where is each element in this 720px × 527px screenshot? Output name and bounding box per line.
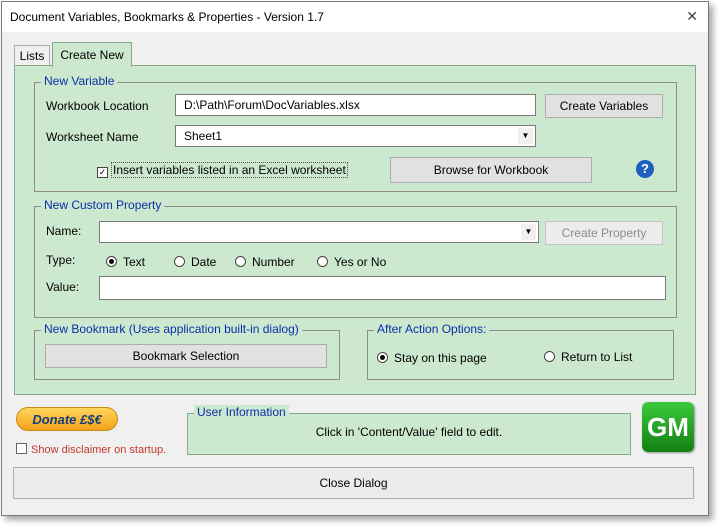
tab-create-new[interactable]: Create New [52,42,132,67]
radio-selected-icon[interactable] [377,352,388,363]
property-value-label: Value: [46,280,80,294]
help-icon[interactable]: ? [636,160,654,178]
stay-on-page-radio[interactable]: Stay on this page [377,351,487,365]
after-action-group-label: After Action Options: [374,322,490,336]
worksheet-name-combo[interactable]: Sheet1 ▼ [175,125,536,147]
user-info-text: Click in 'Content/Value' field to edit. [315,425,503,439]
radio-icon[interactable] [174,256,185,267]
create-property-button[interactable]: Create Property [545,221,663,245]
user-info-group: User Information Click in 'Content/Value… [187,405,631,455]
checkbox-icon[interactable] [16,443,27,454]
chevron-down-icon[interactable]: ▼ [521,224,536,240]
property-name-label: Name: [46,224,82,238]
radio-selected-icon[interactable] [106,256,117,267]
type-radio-text[interactable]: Text [106,255,145,269]
return-to-list-radio[interactable]: Return to List [544,350,632,364]
browse-workbook-button[interactable]: Browse for Workbook [390,157,592,183]
radio-icon[interactable] [235,256,246,267]
gm-logo: GM [642,402,694,452]
worksheet-name-value: Sheet1 [184,129,223,143]
tab-lists[interactable]: Lists [14,45,50,66]
custom-property-group-label: New Custom Property [41,198,165,212]
chevron-down-icon[interactable]: ▼ [518,128,533,144]
stay-on-page-label: Stay on this page [394,351,487,365]
create-new-panel: New Variable Workbook Location D:\Path\F… [14,65,696,395]
donate-button[interactable]: Donate £$€ [16,407,118,431]
type-radio-text-label: Text [123,255,146,269]
property-name-combo[interactable]: ▼ [99,221,539,243]
return-to-list-label: Return to List [561,350,633,364]
close-icon[interactable]: ✕ [686,8,698,25]
type-radio-yes-no[interactable]: Yes or No [317,255,386,269]
worksheet-name-label: Worksheet Name [46,130,139,144]
insert-variables-label: Insert variables listed in an Excel work… [111,162,348,178]
bookmark-selection-button[interactable]: Bookmark Selection [45,344,327,368]
window-title: Document Variables, Bookmarks & Properti… [10,10,324,24]
close-dialog-button[interactable]: Close Dialog [13,467,694,499]
disclaimer-label: Show disclaimer on startup. [31,444,167,456]
workbook-location-input[interactable]: D:\Path\Forum\DocVariables.xlsx [175,94,536,116]
dialog-window: Document Variables, Bookmarks & Properti… [1,1,709,516]
checkbox-icon[interactable]: ✓ [97,167,108,178]
radio-icon[interactable] [544,351,555,362]
bookmark-group-label: New Bookmark (Uses application built-in … [41,322,302,336]
title-bar: Document Variables, Bookmarks & Properti… [2,2,708,32]
type-radio-date[interactable]: Date [174,255,216,269]
type-radio-number[interactable]: Number [235,255,295,269]
type-radio-yes-no-label: Yes or No [334,255,387,269]
insert-variables-checkbox[interactable]: ✓ Insert variables listed in an Excel wor… [97,162,348,178]
user-info-group-label: User Information [194,405,289,419]
create-variables-button[interactable]: Create Variables [545,94,663,118]
disclaimer-checkbox[interactable]: Show disclaimer on startup. [16,443,166,456]
property-value-input[interactable] [99,276,666,300]
property-type-label: Type: [46,253,76,267]
radio-icon[interactable] [317,256,328,267]
type-radio-number-label: Number [252,255,295,269]
type-radio-date-label: Date [191,255,217,269]
workbook-location-label: Workbook Location [46,99,149,113]
new-variable-group-label: New Variable [41,74,118,88]
